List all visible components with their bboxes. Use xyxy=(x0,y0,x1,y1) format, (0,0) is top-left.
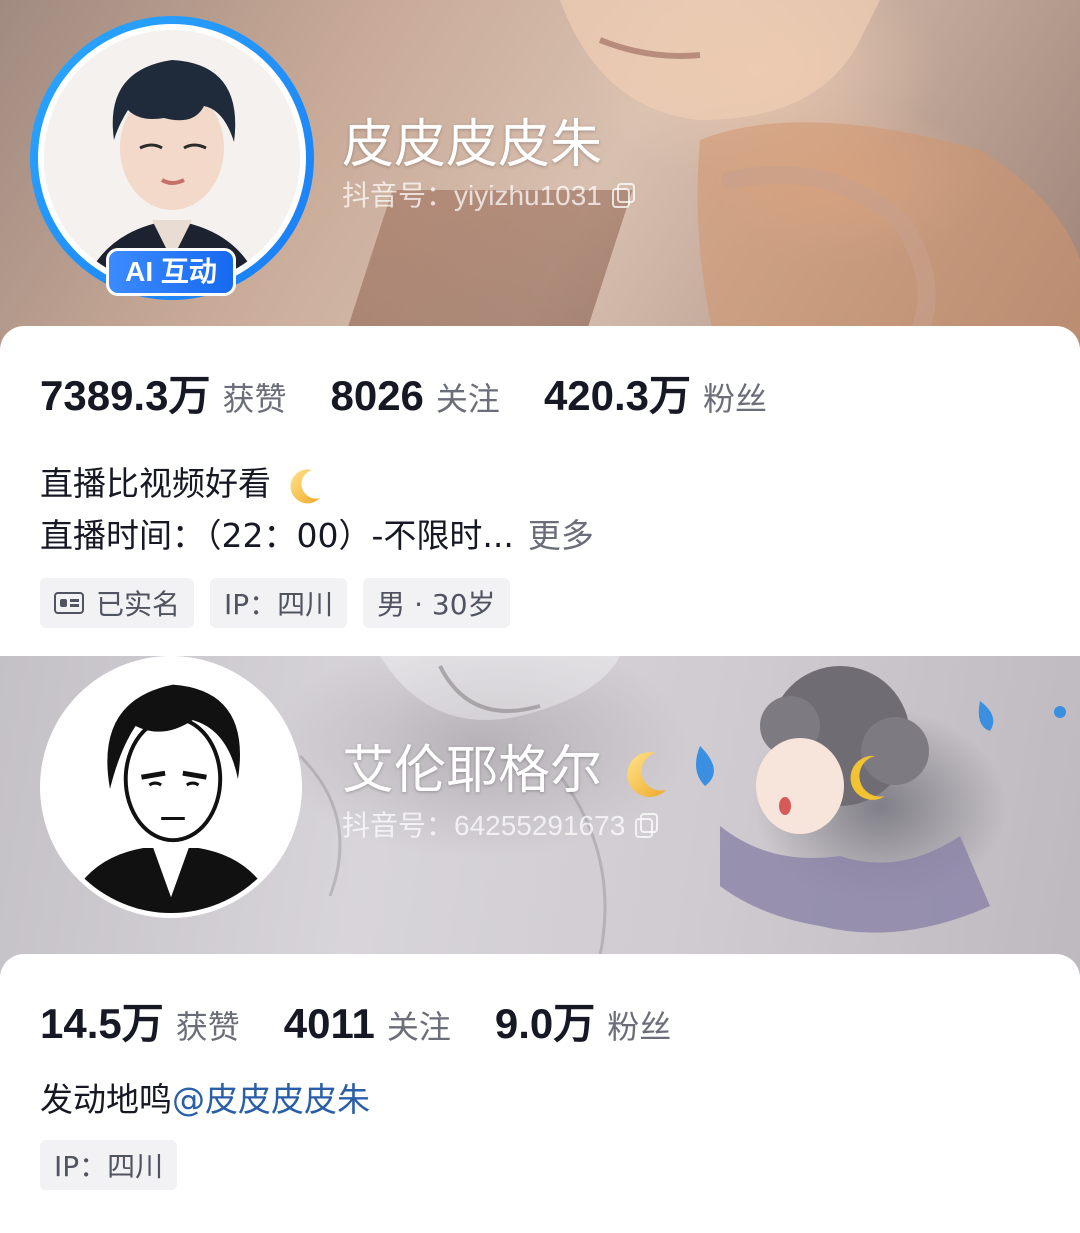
bio-line-text: 直播时间：（22：00）-不限时... xyxy=(40,516,514,555)
tag-ip-location: IP：四川 xyxy=(40,1140,178,1190)
copy-icon[interactable] xyxy=(635,813,659,838)
tag-label: IP：四川 xyxy=(224,588,334,621)
douyin-id-text: 抖音号：64255291673 xyxy=(342,810,626,841)
copy-icon[interactable] xyxy=(611,183,635,208)
profile-info-card: 7389.3万 获赞 8026 关注 420.3万 粉丝 直播比视频好看 直播时… xyxy=(0,326,1080,656)
stat-likes[interactable]: 14.5万 获赞 xyxy=(40,990,240,1051)
stat-followers[interactable]: 9.0万 粉丝 xyxy=(495,990,671,1051)
nickname: 皮皮皮皮朱 xyxy=(342,116,603,174)
stat-label: 获赞 xyxy=(222,380,287,418)
bio: 发动地鸣@皮皮皮皮朱 xyxy=(40,1074,370,1126)
avatar[interactable] xyxy=(40,656,302,918)
nickname: 艾伦耶格尔 xyxy=(342,728,674,803)
stat-followers[interactable]: 420.3万 粉丝 xyxy=(544,362,767,423)
stat-value: 4011 xyxy=(283,1000,375,1047)
bio-line: 直播时间：（22：00）-不限时... 更多 xyxy=(40,510,594,562)
id-card-icon xyxy=(54,592,84,614)
tag-ip-location: IP：四川 xyxy=(210,578,348,628)
profile-card-1: AI 互动 皮皮皮皮朱 抖音号：yiyizhu1031 7389.3万 获赞 8… xyxy=(0,0,1080,656)
stat-value: 7389.3万 xyxy=(40,372,211,419)
crescent-moon-icon xyxy=(290,468,320,503)
profile-tags: IP：四川 xyxy=(40,1140,193,1190)
stat-label: 粉丝 xyxy=(607,1008,672,1046)
stat-label: 关注 xyxy=(435,380,500,418)
stat-likes[interactable]: 7389.3万 获赞 xyxy=(40,362,286,423)
tag-label: 男 · 30岁 xyxy=(377,588,496,621)
stats-row: 14.5万 获赞 4011 关注 9.0万 粉丝 xyxy=(40,990,715,1051)
profile-info-card: 14.5万 获赞 4011 关注 9.0万 粉丝 发动地鸣@皮皮皮皮朱 IP：四… xyxy=(0,954,1080,1233)
stat-value: 8026 xyxy=(330,372,424,419)
stat-label: 关注 xyxy=(386,1008,451,1046)
stat-following[interactable]: 4011 关注 xyxy=(284,1000,451,1048)
douyin-id: 抖音号：64255291673 xyxy=(342,804,659,844)
ai-interaction-badge[interactable]: AI 互动 xyxy=(106,248,236,296)
stat-label: 获赞 xyxy=(175,1008,240,1046)
profile-card-2: 艾伦耶格尔 抖音号：64255291673 14.5万 获赞 4011 关注 9… xyxy=(0,656,1080,1233)
stat-following[interactable]: 8026 关注 xyxy=(330,372,499,420)
stats-row: 7389.3万 获赞 8026 关注 420.3万 粉丝 xyxy=(40,362,811,423)
crescent-moon-icon xyxy=(627,752,667,798)
douyin-id-text: 抖音号：yiyizhu1031 xyxy=(342,180,602,211)
mention-link[interactable]: @皮皮皮皮朱 xyxy=(172,1080,370,1119)
tag-label: 已实名 xyxy=(96,588,181,621)
tag-verified[interactable]: 已实名 xyxy=(40,578,195,628)
bio-line: 直播比视频好看 xyxy=(40,458,594,510)
avatar-image xyxy=(45,661,297,913)
stat-label: 粉丝 xyxy=(703,380,768,418)
tag-label: IP：四川 xyxy=(54,1150,164,1183)
tag-gender-age: 男 · 30岁 xyxy=(363,578,510,628)
profile-tags: 已实名 IP：四川 男 · 30岁 xyxy=(40,578,526,628)
bio-text: 发动地鸣 xyxy=(40,1080,172,1119)
douyin-id: 抖音号：yiyizhu1031 xyxy=(342,174,635,214)
bio-line-text: 直播比视频好看 xyxy=(40,464,271,503)
more-link[interactable]: 更多 xyxy=(528,516,594,555)
nickname-text: 艾伦耶格尔 xyxy=(342,742,603,800)
bio: 直播比视频好看 直播时间：（22：00）-不限时... 更多 xyxy=(40,458,594,562)
stat-value: 14.5万 xyxy=(40,1000,164,1047)
stat-value: 420.3万 xyxy=(543,372,692,419)
stat-value: 9.0万 xyxy=(494,1000,596,1047)
